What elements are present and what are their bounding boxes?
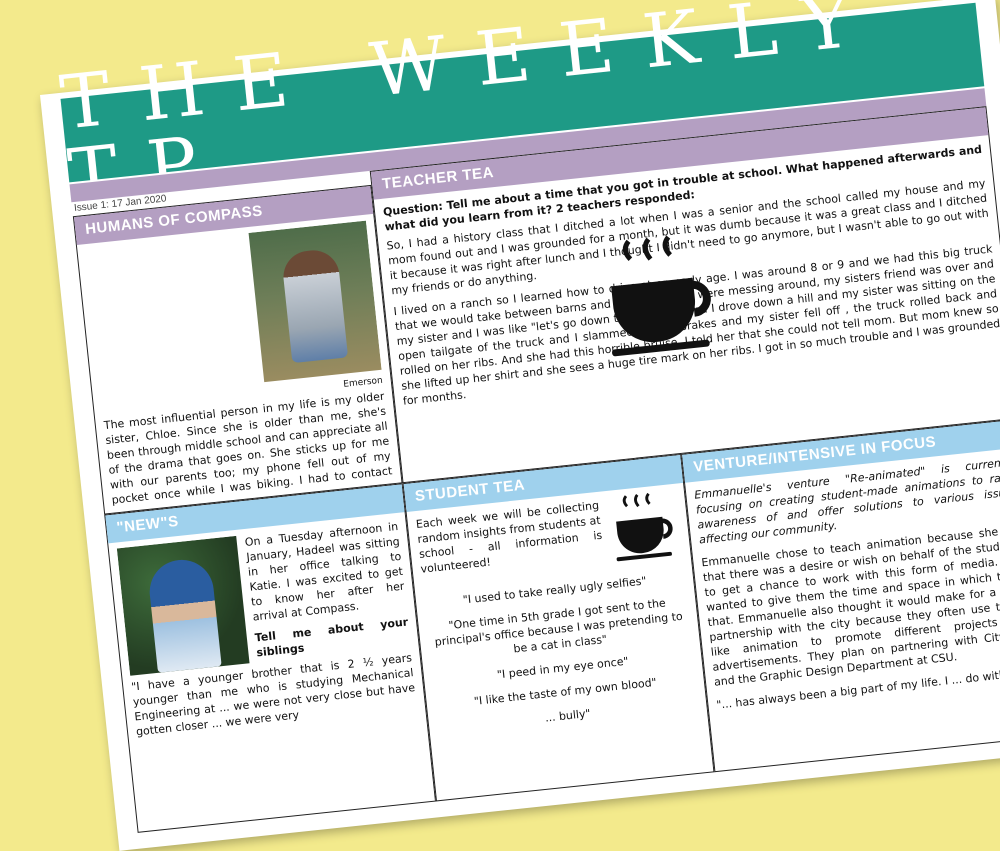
- coffee-cup-icon: [598, 231, 720, 362]
- student-quotes: "I used to take really ugly selfies" "On…: [424, 569, 699, 737]
- student-tea-body: Each week we will be collecting random i…: [415, 490, 705, 794]
- coffee-cup-icon: [604, 490, 683, 565]
- student-tea-section: STUDENT TEA Each week we will be collect…: [402, 453, 715, 802]
- news-section: "NEW"S On a Tuesday afternoon in January…: [104, 483, 437, 833]
- humans-of-compass-section: HUMANS OF COMPASS Emerson The most influ…: [72, 184, 403, 515]
- venture-body: Emmanuelle's venture "Re-animated" is cu…: [694, 454, 1000, 764]
- newsletter-page: THE WEEKLY TP Issue 1: 17 Jan 2020 HUMAN…: [40, 0, 1000, 851]
- hadeel-photo: [116, 535, 250, 676]
- venture-section: VENTURE/INTENSIVE IN FOCUS Emmanuelle's …: [681, 418, 1000, 773]
- venture-paragraph: Emmanuelle chose to teach animation beca…: [700, 523, 1000, 689]
- emerson-photo: [248, 220, 382, 383]
- humans-body: Emerson The most influential person in m…: [85, 220, 393, 507]
- news-body: On a Tuesday afternoon in January, Hadee…: [116, 519, 427, 825]
